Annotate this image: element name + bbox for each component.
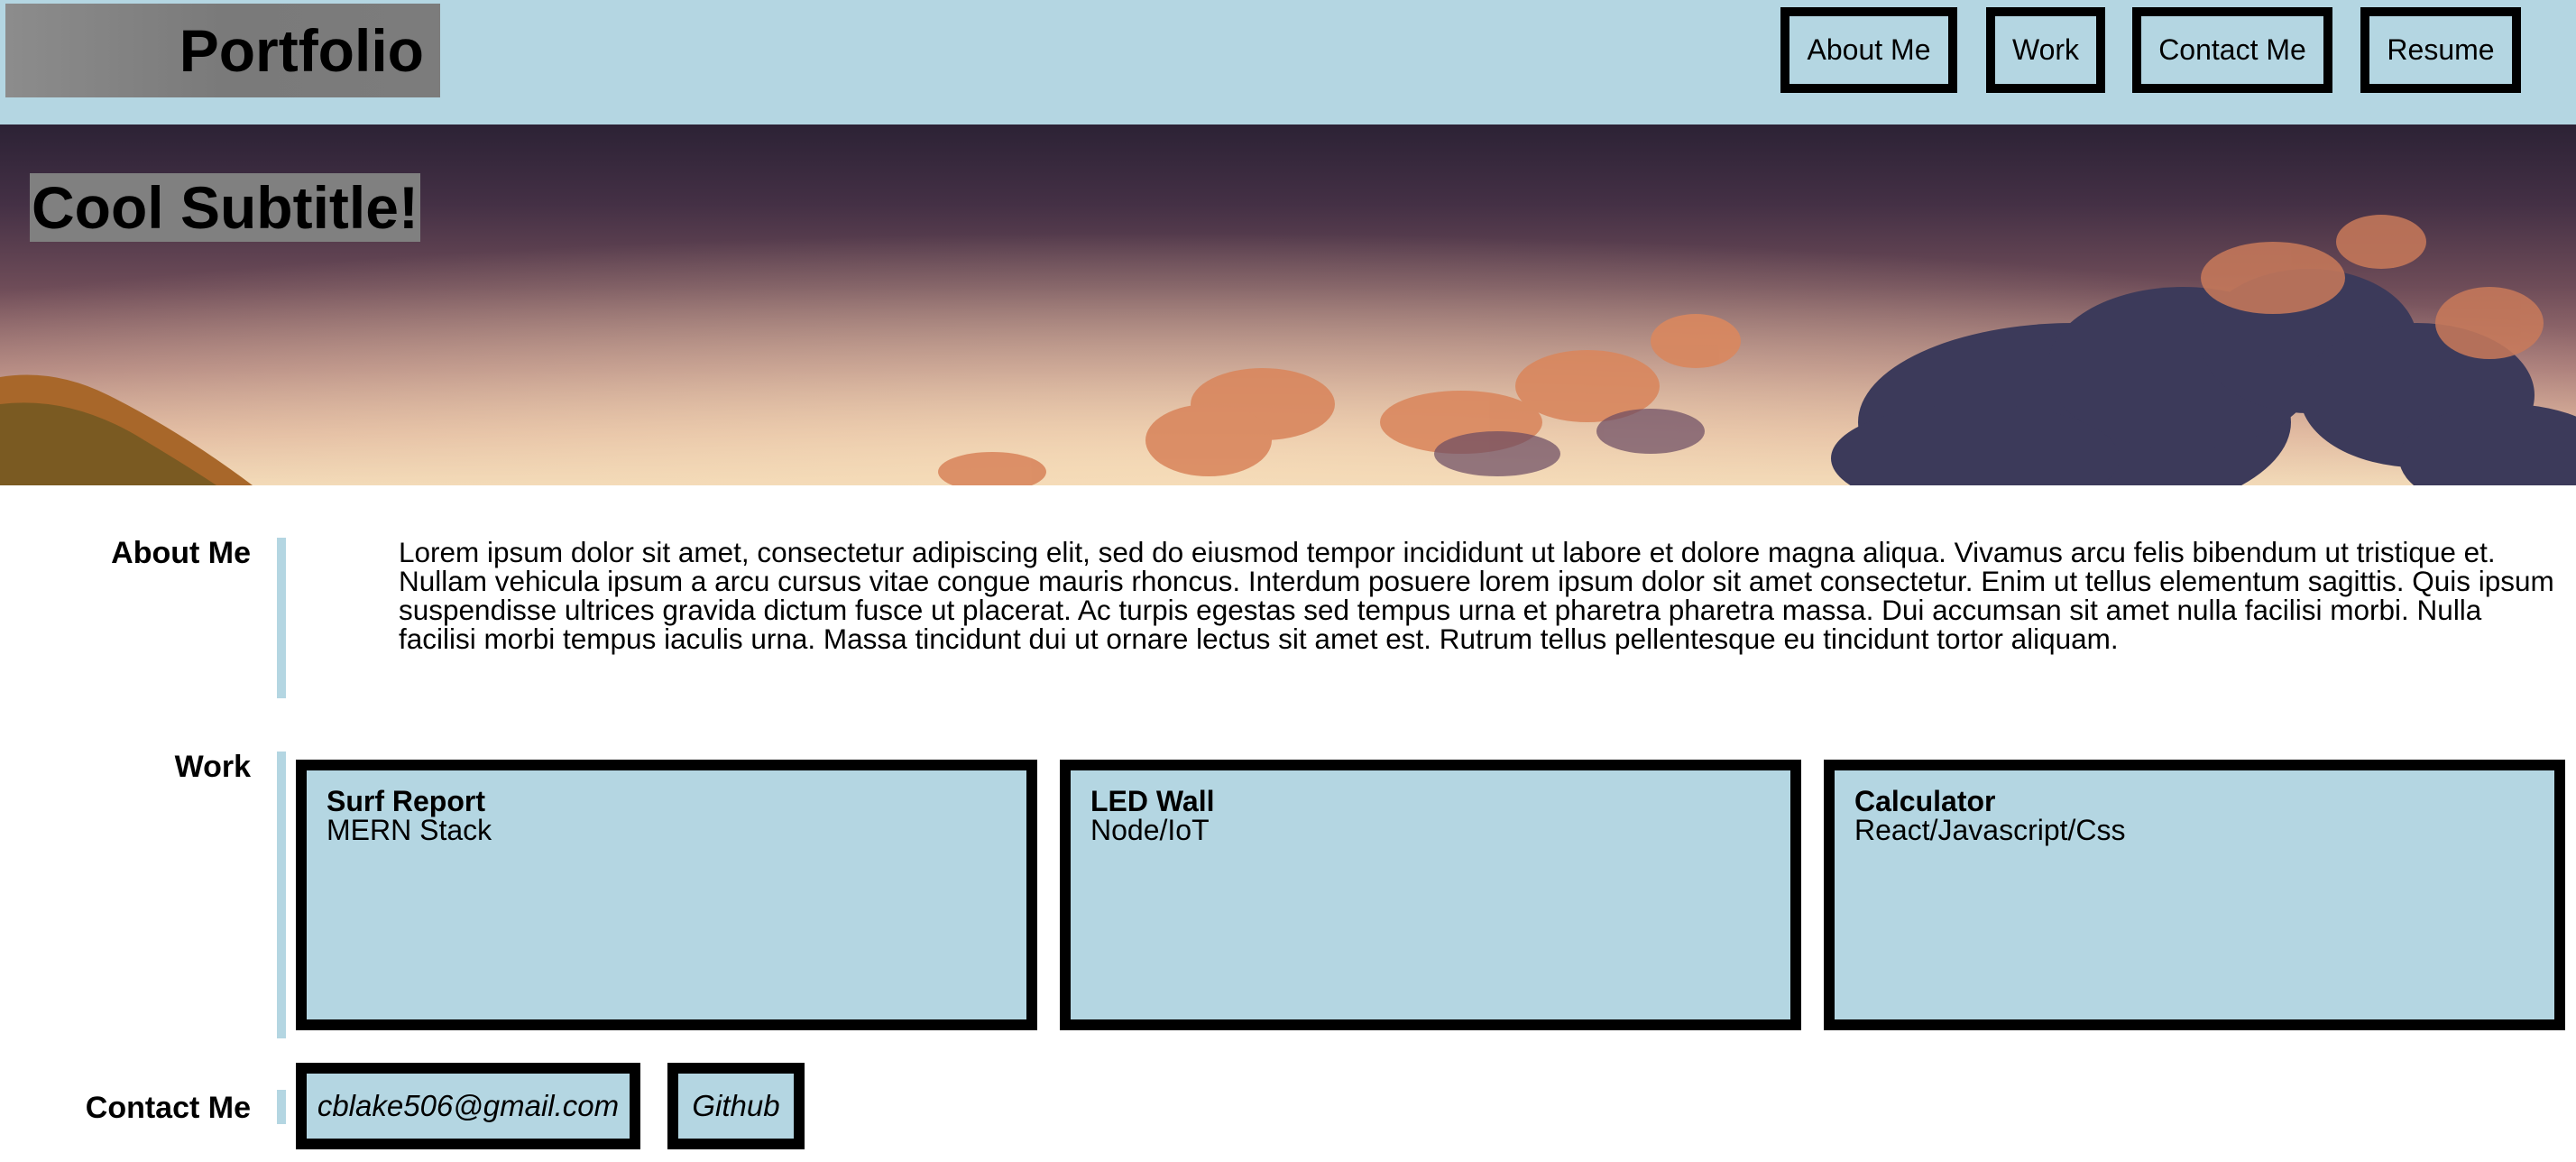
project-card-surf-report[interactable]: Surf Report MERN Stack xyxy=(296,760,1037,1030)
project-title: Surf Report xyxy=(327,785,485,817)
hero-subtitle: Cool Subtitle! xyxy=(30,173,420,242)
project-card-led-wall[interactable]: LED Wall Node/IoT xyxy=(1060,760,1801,1030)
contact-section-label: Contact Me xyxy=(85,1091,251,1125)
nav-resume[interactable]: Resume xyxy=(2360,7,2521,93)
project-title: LED Wall xyxy=(1090,785,1215,817)
project-stack: MERN Stack xyxy=(327,814,492,846)
logo-text: Portfolio xyxy=(179,17,424,84)
project-stack: React/Javascript/Css xyxy=(1854,814,2126,846)
work-section-label: Work xyxy=(174,750,251,784)
hero-banner: Cool Subtitle! xyxy=(0,124,2576,485)
logo[interactable]: Portfolio xyxy=(5,4,440,97)
project-stack: Node/IoT xyxy=(1090,814,1210,846)
project-card-calculator[interactable]: Calculator React/Javascript/Css xyxy=(1824,760,2565,1030)
email-link[interactable]: cblake506@gmail.com xyxy=(296,1063,640,1149)
project-title: Calculator xyxy=(1854,785,1996,817)
about-section-label: About Me xyxy=(111,536,251,570)
nav-contact-me[interactable]: Contact Me xyxy=(2132,7,2332,93)
contact-section-bar xyxy=(277,1090,286,1124)
about-section-bar xyxy=(277,538,286,698)
nav-about-me[interactable]: About Me xyxy=(1780,7,1957,93)
nav-work[interactable]: Work xyxy=(1986,7,2105,93)
github-link[interactable]: Github xyxy=(667,1063,805,1149)
work-section-bar xyxy=(277,752,286,1038)
about-paragraph: Lorem ipsum dolor sit amet, consectetur … xyxy=(399,536,2554,655)
site-header: Portfolio About Me Work Contact Me Resum… xyxy=(0,0,2576,124)
